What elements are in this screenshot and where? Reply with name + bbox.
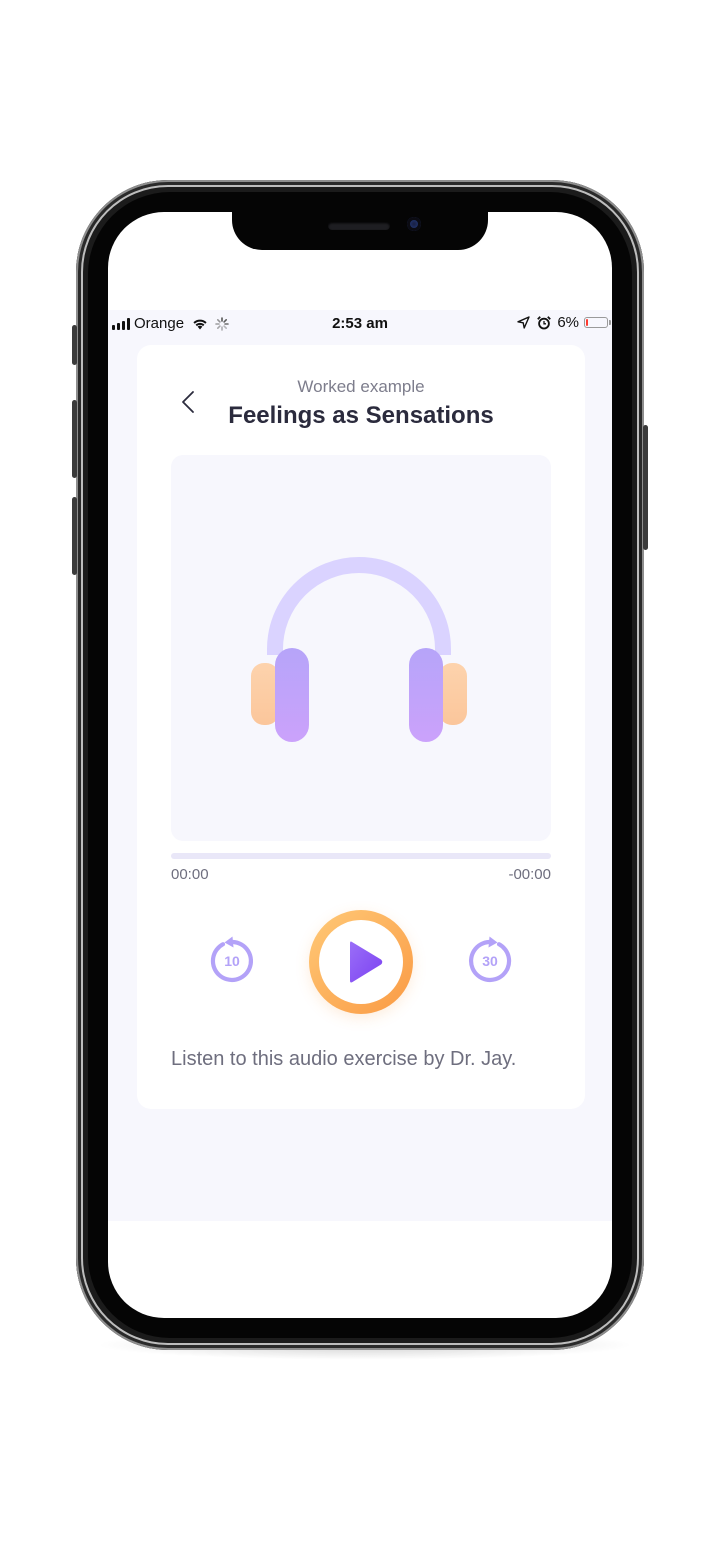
skip-forward-button[interactable]: 30	[465, 936, 515, 986]
volume-down-button	[72, 497, 77, 575]
battery-icon	[584, 317, 611, 328]
volume-up-button	[72, 400, 77, 478]
skip-forward-seconds: 30	[482, 953, 498, 969]
elapsed-time: 00:00	[171, 866, 209, 883]
phone-screen: Orange 2:53 am 6% Worked example Feeling…	[108, 212, 612, 1318]
power-button	[643, 425, 648, 550]
skip-back-seconds: 10	[224, 953, 240, 969]
play-button[interactable]	[309, 910, 413, 1014]
play-button-inner	[319, 920, 403, 1004]
audio-player-screen: Orange 2:53 am 6% Worked example Feeling…	[108, 310, 612, 1221]
player-card: Worked example Feelings as Sensations 00…	[137, 345, 585, 1109]
status-right: 6%	[517, 314, 611, 331]
page-subtitle: Worked example	[297, 377, 425, 396]
audio-artwork	[171, 455, 551, 841]
exercise-description: Listen to this audio exercise by Dr. Jay…	[171, 1048, 517, 1070]
battery-percentage: 6%	[557, 314, 579, 331]
skip-back-button[interactable]: 10	[207, 936, 257, 986]
page-title: Feelings as Sensations	[228, 402, 494, 429]
front-camera	[407, 217, 421, 231]
phone-notch	[232, 212, 488, 250]
alarm-clock-icon	[537, 315, 552, 329]
location-arrow-icon	[517, 316, 531, 329]
headphones-icon	[251, 557, 467, 742]
remaining-time: -00:00	[508, 866, 551, 883]
mute-switch	[72, 325, 77, 365]
status-bar: Orange 2:53 am 6%	[108, 310, 612, 338]
earpiece-speaker	[328, 222, 390, 230]
play-icon	[350, 941, 383, 983]
playback-progress-bar[interactable]	[171, 853, 551, 859]
